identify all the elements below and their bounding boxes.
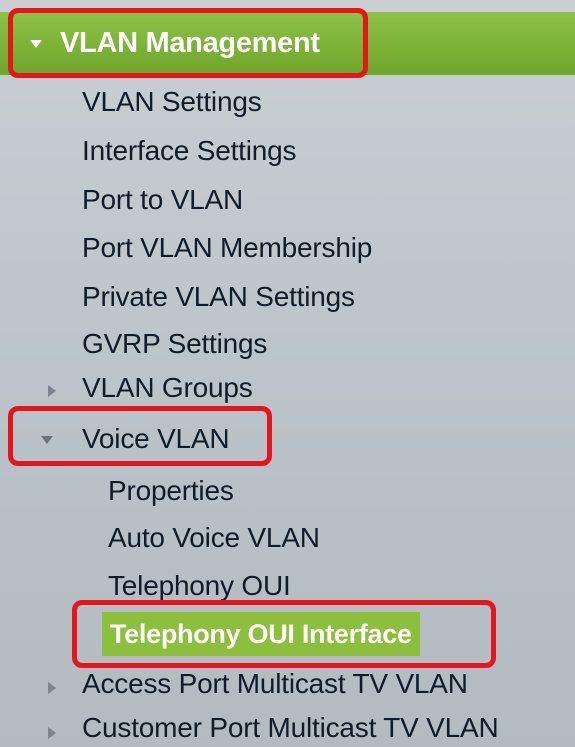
menu-item-customer-port-multicast-tv-vlan[interactable]: Customer Port Multicast TV VLAN [82, 712, 499, 744]
menu-item-access-port-multicast-tv-vlan[interactable]: Access Port Multicast TV VLAN [82, 668, 468, 700]
menu-item-port-vlan-membership[interactable]: Port VLAN Membership [82, 232, 372, 264]
submenu-item-properties[interactable]: Properties [108, 475, 234, 507]
menu-item-gvrp-settings[interactable]: GVRP Settings [82, 328, 267, 360]
submenu-item-auto-voice-vlan[interactable]: Auto Voice VLAN [108, 522, 320, 554]
menu-item-interface-settings[interactable]: Interface Settings [82, 135, 297, 167]
expand-arrow-icon [30, 39, 42, 48]
collapsed-arrow-icon [48, 727, 56, 739]
menu-item-voice-vlan[interactable]: Voice VLAN [82, 423, 230, 455]
submenu-item-telephony-oui[interactable]: Telephony OUI [108, 570, 291, 602]
menu-item-vlan-groups[interactable]: VLAN Groups [82, 372, 253, 404]
menu-item-port-to-vlan[interactable]: Port to VLAN [82, 184, 243, 216]
menu-item-vlan-settings[interactable]: VLAN Settings [82, 86, 262, 118]
collapsed-arrow-icon [48, 682, 56, 694]
expanded-arrow-icon [41, 436, 53, 444]
menu-item-private-vlan-settings[interactable]: Private VLAN Settings [82, 281, 355, 313]
header-label: VLAN Management [60, 27, 320, 59]
selected-item-label: Telephony OUI Interface [110, 618, 412, 649]
collapsed-arrow-icon [48, 385, 56, 397]
vlan-management-header[interactable]: VLAN Management [0, 12, 575, 75]
submenu-item-telephony-oui-interface[interactable]: Telephony OUI Interface [102, 612, 420, 656]
